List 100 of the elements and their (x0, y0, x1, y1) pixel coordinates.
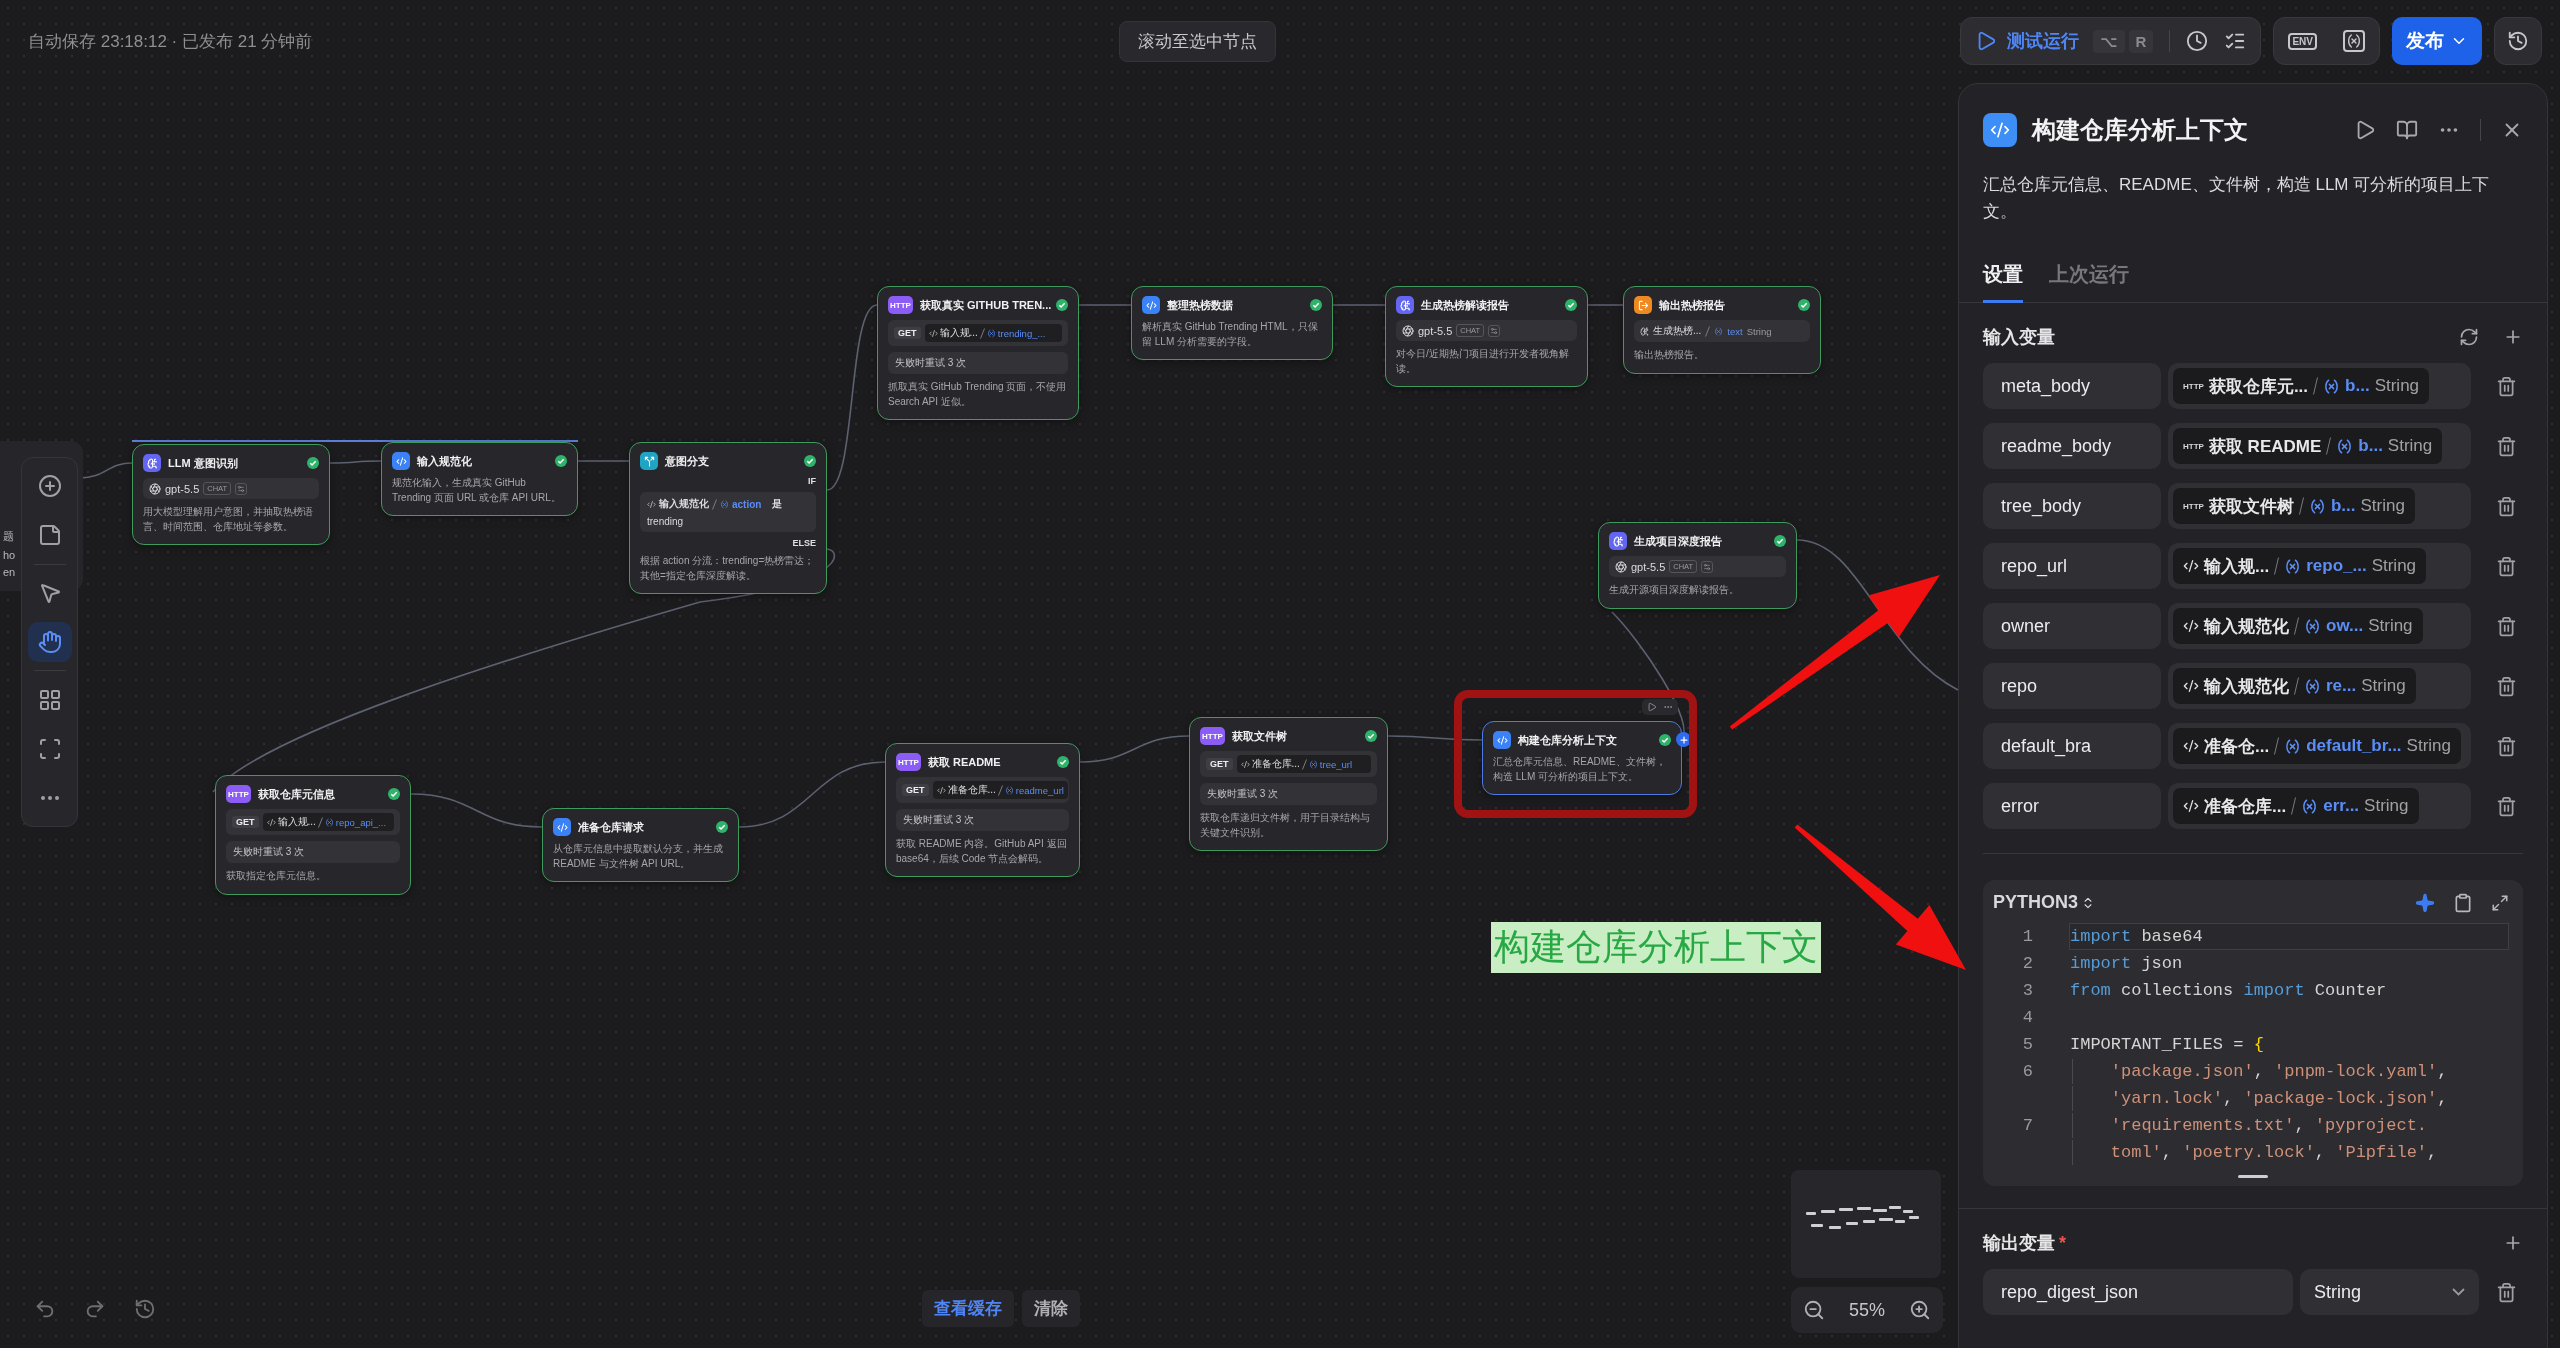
http-badge: HTTP (896, 753, 921, 771)
node-description: 规范化输入，生成真实 GitHub Trending 页面 URL 或仓库 API URL。 (392, 476, 562, 505)
source-name: 输入规范化 (2204, 615, 2289, 638)
line-number: 1 (2021, 927, 2033, 947)
scroll-to-selected-button[interactable]: 滚动至选中节点 (1119, 20, 1277, 62)
line-number: 7 (2021, 1116, 2033, 1136)
type-label: String (1746, 325, 1772, 337)
language-selector[interactable]: PYTHON3 (1993, 892, 2397, 914)
code-line: import json (2069, 953, 2184, 976)
variable-name-field[interactable]: default_bra (1983, 723, 2161, 770)
if-label: IF (808, 476, 816, 486)
node-description: 解析真实 GitHub Trending HTML，只保留 LLM 分析需要的字段。 (1142, 320, 1319, 349)
workflow-node[interactable]: 输入规范化 规范化输入，生成真实 GitHub Trending 页面 URL 或仓库 API URL。 (381, 442, 578, 516)
node-title: 准备仓库请求 (578, 819, 645, 835)
workflow-node[interactable]: 整理热榜数据 解析真实 GitHub Trending HTML，只保留 LLM 分析需要的字段。 (1131, 286, 1333, 360)
node-title: 输出热榜报告 (1659, 297, 1726, 313)
variable-name-field[interactable]: readme_body (1983, 423, 2161, 470)
node-description: 根据 action 分流：trending=热榜雷达；其他=指定仓库深度解读。 (640, 554, 816, 583)
variable-name: err... (2323, 796, 2360, 817)
variable-selector[interactable]: HTTP 获取 README b... String (2168, 423, 2471, 470)
operator-label: 是 (772, 497, 783, 511)
variable-name-field[interactable]: repo_digest_json (1983, 1269, 2293, 1316)
workflow-node[interactable]: HTTP 获取文件树 GET 准备仓库... tree_url 失败时重试 3 次 获取仓库递归文件树，用于目录结构与关键文件识别。 (1189, 717, 1388, 851)
variable-name: action (732, 498, 762, 510)
variable-name-field[interactable]: meta_body (1983, 363, 2161, 410)
node-title: 获取 README (927, 754, 1002, 770)
variable-selector[interactable]: 输入规范化 ow... String (2168, 603, 2471, 650)
line-number: 2 (2021, 954, 2033, 974)
method-label: GET (232, 816, 259, 828)
node-description: 汇总仓库元信息、README、文件树，构造 LLM 可分析的项目上下文。 (1493, 755, 1667, 784)
variable-name: text (1727, 325, 1743, 337)
variable-name: repo_api_... (335, 816, 387, 828)
panel-tab[interactable]: 上次运行 (2049, 261, 2129, 304)
method-label: GET (1206, 758, 1233, 770)
node-title: 生成项目深度报告 (1634, 533, 1723, 549)
panel-text: ho (3, 549, 17, 561)
node-description: 用大模型理解用户意图，并抽取热榜语言、时间范围、仓库地址等参数。 (143, 505, 314, 534)
type-label: String (2387, 436, 2433, 457)
http-label: HTTP (2183, 381, 2204, 391)
source-name: 准备仓库... (1251, 757, 1300, 771)
source-name: 输入规范化 (659, 497, 709, 511)
variable-selector[interactable]: HTTP 获取仓库元... b... String (2168, 363, 2471, 410)
node-title: 获取文件树 (1231, 728, 1288, 744)
type-label: String (2368, 616, 2413, 637)
http-badge: HTTP (888, 296, 913, 314)
variable-name: readme_url (1015, 784, 1064, 796)
variable-selector[interactable]: 准备仓... default_br... String (2168, 723, 2471, 770)
node-title: 获取仓库元信息 (257, 786, 336, 802)
variable-name: b... (2330, 496, 2356, 517)
source-name: 输入规... (939, 326, 978, 340)
view-cache-button[interactable]: 查看缓存 (922, 1290, 1014, 1327)
publish-button[interactable]: 发布 (2392, 17, 2482, 65)
method-label: GET (894, 327, 921, 339)
panel-description: 汇总仓库元信息、README、文件树，构造 LLM 可分析的项目上下文。 (1983, 174, 2491, 224)
retry-note: 失败时重试 3 次 (896, 809, 1069, 831)
type-label: String (2360, 496, 2405, 517)
clear-button[interactable]: 清除 (1022, 1290, 1080, 1327)
variable-name-field[interactable]: repo_url (1983, 543, 2161, 590)
workflow-node[interactable]: 构建仓库分析上下文 汇总仓库元信息、README、文件树，构造 LLM 可分析的项目上下文。 (1482, 721, 1682, 795)
retry-note: 失败时重试 3 次 (888, 352, 1068, 374)
test-run-button[interactable]: 测试运行 ⌥ R (1975, 29, 2154, 53)
line-number: 5 (2021, 1035, 2033, 1055)
panel-title: 构建仓库分析上下文 (2032, 115, 2249, 145)
node-description: 获取 README 内容。GitHub API 返回 base64，后续 Code 节点会解码。 (896, 837, 1068, 866)
variable-selector[interactable]: 输入规... repo_... String (2168, 543, 2471, 590)
panel-tab[interactable]: 设置 (1983, 261, 2023, 304)
model-name: gpt-5.5 (1418, 324, 1453, 337)
workflow-node[interactable]: 准备仓库请求 从仓库元信息中提取默认分支，并生成 README 与文件树 API URL。 (542, 808, 739, 882)
workflow-node[interactable]: HTTP 获取真实 GITHUB TREN... GET 输入规... trending_... 失败时重试 3 次 抓取真实 GitHub Trending 页面，不使用 Search API 近似。 (877, 286, 1079, 420)
panel-text: en (3, 566, 17, 578)
node-title: 获取真实 GITHUB TREN... (919, 297, 1049, 313)
node-title: 输入规范化 (417, 453, 473, 469)
workflow-node[interactable]: 输出热榜报告 生成热榜... text String 输出热榜报告。 (1623, 286, 1821, 374)
source-name: 输入规... (2204, 555, 2270, 578)
variable-selector[interactable]: 输入规范化 re... String (2168, 663, 2471, 710)
model-name: gpt-5.5 (1631, 560, 1666, 573)
workflow-node[interactable]: HTTP 获取 README GET 准备仓库... readme_url 失败时重试 3 次 获取 README 内容。GitHub API 返回 base64，后续 Code 节点会解码。 (885, 743, 1080, 877)
type-label: String (2364, 796, 2409, 817)
source-name: 输入规范化 (2204, 675, 2289, 698)
variable-name-field[interactable]: error (1983, 783, 2161, 830)
variable-name: repo_... (2306, 556, 2367, 577)
type-label: String (2371, 556, 2417, 577)
section-title: 输出变量 * (1983, 1232, 2067, 1256)
variable-name-field[interactable]: repo (1983, 663, 2161, 710)
variable-name-field[interactable]: owner (1983, 603, 2161, 650)
variable-selector[interactable]: 准备仓库... err... String (2168, 783, 2471, 830)
section-title: 输入变量 (1983, 326, 2056, 350)
source-name: 准备仓... (2204, 735, 2270, 758)
workflow-node[interactable]: 意图分支 IF 输入规范化 action 是 trending ELSE 根据 action 分流：trending=热榜雷达；其他=指定仓库深度解读。 (629, 442, 827, 594)
variable-selector[interactable]: HTTP 获取文件树 b... String (2168, 483, 2471, 530)
code-line: IMPORTANT_FILES = { (2069, 1034, 2265, 1057)
shortcut-key: R (2128, 29, 2154, 53)
shortcut-key: ⌥ (2093, 29, 2125, 53)
type-selector[interactable]: String (2300, 1269, 2479, 1316)
source-name: 准备仓库... (2204, 795, 2287, 818)
workflow-node[interactable]: HTTP 获取仓库元信息 GET 输入规... repo_api_... 失败时重试 3 次 获取指定仓库元信息。 (215, 775, 411, 895)
variable-name-field[interactable]: tree_body (1983, 483, 2161, 530)
env-button[interactable]: ENV (2288, 32, 2317, 50)
node-description: 生成开源项目深度解读报告。 (1609, 583, 1740, 597)
source-name: 获取文件树 (2208, 495, 2294, 518)
